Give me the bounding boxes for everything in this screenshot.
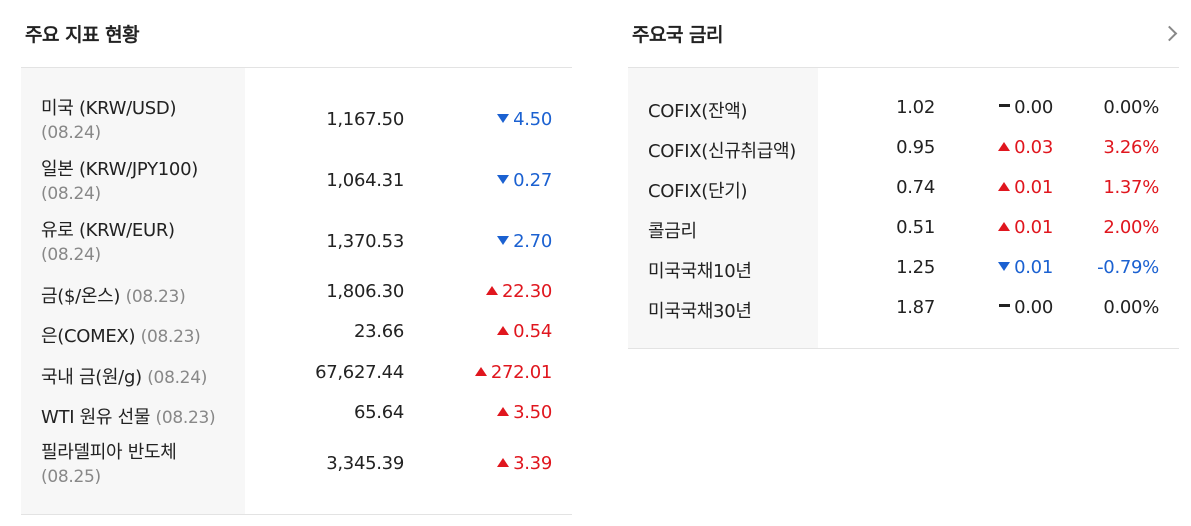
rate-change: 0.00: [1014, 297, 1053, 318]
rate-name: 미국국채30년: [648, 301, 752, 322]
indicator-value: 67,627.44: [315, 362, 404, 383]
indicator-change: 0.27: [513, 170, 552, 191]
rate-name: COFIX(잔액): [648, 101, 748, 122]
indicator-value: 1,167.50: [326, 109, 404, 130]
indicator-name: 일본 (KRW/JPY100): [41, 159, 198, 180]
indicator-name: 국내 금(원/g): [41, 367, 142, 388]
major-indicators-header: 주요 지표 현황: [21, 0, 572, 68]
triangle-up-icon: [497, 457, 510, 467]
indicator-date: (08.24): [41, 184, 101, 204]
rate-name: 콜금리: [648, 221, 697, 242]
rate-change: 0.01: [1014, 257, 1053, 278]
triangle-up-icon: [998, 141, 1011, 151]
major-indicators-panel: 주요 지표 현황 미국 (KRW/USD) (08.24) 1,167.50 4…: [21, 0, 572, 515]
indicator-change: 3.39: [513, 453, 552, 474]
major-rates-header: 주요국 금리: [628, 0, 1179, 68]
indicator-name: 미국 (KRW/USD): [41, 98, 177, 119]
rate-pct: 2.00%: [1103, 217, 1159, 238]
indicator-name: WTI 원유 선물: [41, 407, 151, 428]
indicator-date: (08.23): [125, 287, 186, 307]
rate-name: COFIX(단기): [648, 181, 748, 202]
indicator-date: (08.24): [41, 245, 101, 265]
indicator-change: 272.01: [490, 362, 552, 383]
indicator-value: 23.66: [353, 321, 404, 342]
indicator-value: 3,345.39: [326, 453, 404, 474]
indicator-name: 필라델피아 반도체: [41, 442, 177, 463]
rate-value: 0.74: [896, 177, 935, 198]
indicator-name: 은(COMEX): [41, 326, 136, 347]
chevron-right-icon[interactable]: [1161, 25, 1178, 42]
rate-change: 0.03: [1014, 137, 1053, 158]
rate-value: 0.51: [896, 217, 935, 238]
rate-change: 0.01: [1014, 217, 1053, 238]
rate-value: 0.95: [896, 137, 935, 158]
indicator-name: 유로 (KRW/EUR): [41, 220, 175, 241]
triangle-up-icon: [485, 285, 498, 295]
rate-name: 미국국채10년: [648, 261, 752, 282]
indicator-change: 0.54: [513, 321, 552, 342]
major-rates-panel: 주요국 금리 COFIX(잔액) 1.02 0.00 0.00% COFIX(신…: [628, 0, 1179, 349]
panel-title: 주요 지표 현황: [25, 24, 140, 46]
triangle-up-icon: [497, 406, 510, 416]
rate-value: 1.25: [896, 257, 935, 278]
indicator-date: (08.25): [41, 467, 101, 487]
indicator-change: 2.70: [513, 231, 552, 252]
panel-title: 주요국 금리: [632, 24, 724, 46]
triangle-down-icon: [998, 261, 1011, 271]
dash-icon: [999, 103, 1011, 107]
indicator-date: (08.23): [140, 327, 201, 347]
rate-pct: 1.37%: [1103, 177, 1159, 198]
indicators-table: 미국 (KRW/USD) (08.24) 1,167.50 4.50 일본 (K…: [21, 68, 572, 515]
indicator-value: 1,064.31: [326, 170, 404, 191]
indicator-value: 1,806.30: [326, 281, 404, 302]
indicator-date: (08.24): [147, 368, 208, 388]
rates-table: COFIX(잔액) 1.02 0.00 0.00% COFIX(신규취급액) 0…: [628, 68, 1179, 348]
triangle-up-icon: [998, 181, 1011, 191]
rate-change: 0.00: [1014, 97, 1053, 118]
rate-pct: 0.00%: [1103, 297, 1159, 318]
indicator-change: 4.50: [513, 109, 552, 130]
dash-icon: [999, 303, 1011, 307]
indicator-change: 22.30: [501, 281, 552, 302]
triangle-down-icon: [497, 174, 510, 184]
indicator-date: (08.24): [41, 123, 101, 143]
indicator-value: 65.64: [353, 402, 404, 423]
rate-pct: -0.79%: [1097, 257, 1159, 278]
rate-name: COFIX(신규취급액): [648, 141, 796, 162]
indicator-name: 금($/온스): [41, 286, 121, 307]
triangle-down-icon: [497, 235, 510, 245]
triangle-up-icon: [497, 325, 510, 335]
rate-value: 1.02: [896, 97, 935, 118]
indicator-change: 3.50: [513, 402, 552, 423]
indicator-value: 1,370.53: [326, 231, 404, 252]
triangle-up-icon: [474, 366, 487, 376]
rate-change: 0.01: [1014, 177, 1053, 198]
triangle-up-icon: [998, 221, 1011, 231]
indicator-date: (08.23): [155, 408, 216, 428]
rate-pct: 3.26%: [1103, 137, 1159, 158]
rate-value: 1.87: [896, 297, 935, 318]
rate-pct: 0.00%: [1103, 97, 1159, 118]
triangle-down-icon: [497, 113, 510, 123]
